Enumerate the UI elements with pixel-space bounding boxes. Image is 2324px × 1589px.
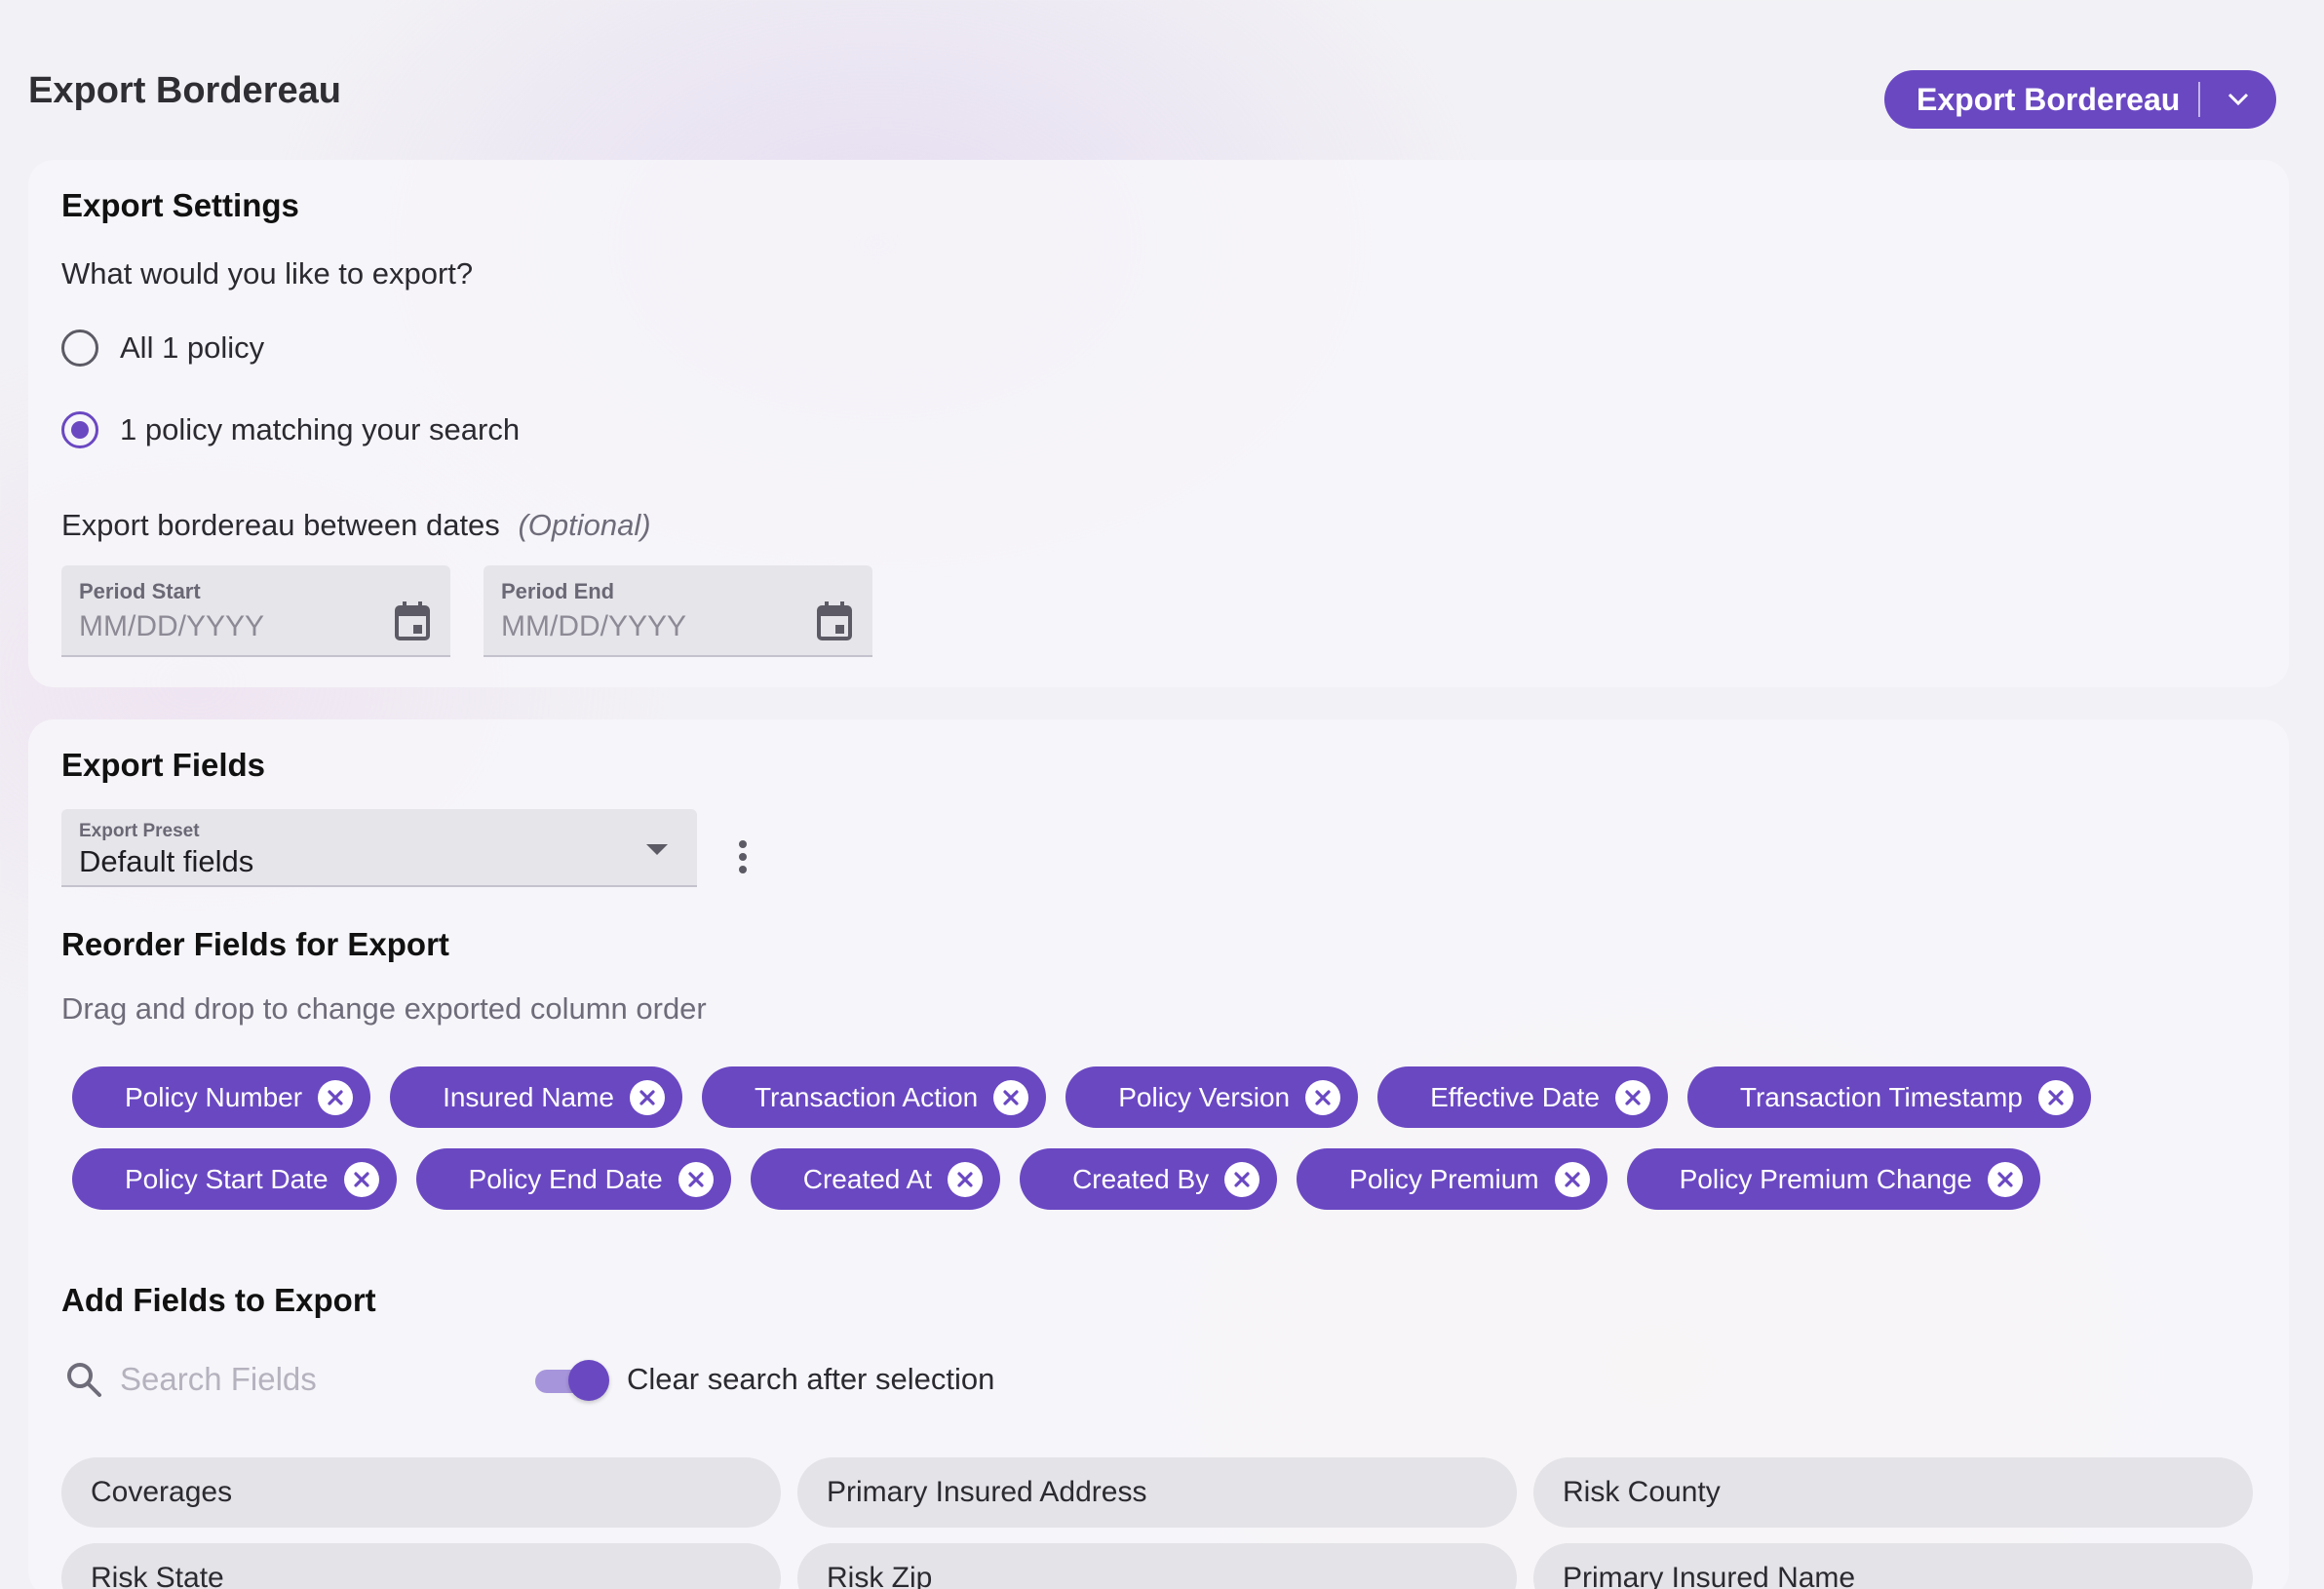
chip-label: Policy Start Date bbox=[125, 1163, 329, 1194]
export-fields-card: Export Fields Export Preset Default fiel… bbox=[28, 719, 2289, 1589]
field-option[interactable]: Risk County bbox=[1533, 1457, 2253, 1528]
chevron-down-icon bbox=[2227, 93, 2249, 106]
add-fields-title: Add Fields to Export bbox=[61, 1282, 376, 1318]
radio-all-policies[interactable]: All 1 policy bbox=[61, 329, 264, 367]
selected-field-chip[interactable]: Policy Number bbox=[72, 1066, 371, 1128]
dropdown-arrow-icon bbox=[646, 844, 668, 855]
remove-chip-icon[interactable] bbox=[678, 1161, 714, 1197]
page-title: Export Bordereau bbox=[28, 70, 341, 111]
remove-chip-icon[interactable] bbox=[993, 1079, 1029, 1115]
clear-search-toggle[interactable] bbox=[535, 1360, 609, 1401]
selected-field-chip[interactable]: Effective Date bbox=[1377, 1066, 1668, 1128]
export-preset-label: Export Preset bbox=[79, 821, 200, 841]
radio-matching-policies[interactable]: 1 policy matching your search bbox=[61, 411, 520, 448]
export-question: What would you like to export? bbox=[61, 256, 474, 291]
chip-label: Created By bbox=[1072, 1163, 1210, 1194]
remove-chip-icon[interactable] bbox=[2037, 1079, 2073, 1115]
export-preset-value: Default fields bbox=[79, 844, 254, 878]
period-end-field[interactable]: Period End MM/DD/YYYY bbox=[484, 565, 872, 657]
selected-field-chip[interactable]: Created By bbox=[1020, 1148, 1278, 1210]
remove-chip-icon[interactable] bbox=[318, 1079, 354, 1115]
selected-field-chip[interactable]: Policy Premium Change bbox=[1626, 1148, 2040, 1210]
chip-label: Transaction Timestamp bbox=[1739, 1081, 2023, 1112]
radio-matching-policies-label: 1 policy matching your search bbox=[120, 412, 521, 446]
remove-chip-icon[interactable] bbox=[1305, 1079, 1341, 1115]
field-option[interactable]: Coverages bbox=[61, 1457, 781, 1528]
export-settings-title: Export Settings bbox=[61, 187, 299, 223]
selected-field-chip[interactable]: Transaction Action bbox=[701, 1066, 1047, 1128]
reorder-hint: Drag and drop to change exported column … bbox=[61, 991, 707, 1026]
selected-field-chip[interactable]: Policy Version bbox=[1065, 1066, 1359, 1128]
selected-fields-row-1: Policy Number Insured Name Transaction Act… bbox=[72, 1066, 2091, 1128]
radio-all-policies-label: All 1 policy bbox=[120, 330, 265, 365]
export-fields-title: Export Fields bbox=[61, 747, 266, 783]
period-end-label: Period End bbox=[501, 579, 615, 603]
search-input[interactable]: Search Fields bbox=[120, 1361, 317, 1398]
field-option[interactable]: Primary Insured Address bbox=[797, 1457, 1517, 1528]
remove-chip-icon[interactable] bbox=[1614, 1079, 1650, 1115]
calendar-icon[interactable] bbox=[816, 601, 853, 641]
more-vert-icon[interactable] bbox=[738, 840, 748, 873]
dates-label: Export bordereau between dates bbox=[61, 508, 500, 542]
chip-label: Created At bbox=[802, 1163, 933, 1194]
remove-chip-icon[interactable] bbox=[629, 1079, 665, 1115]
field-option[interactable]: Risk Zip bbox=[797, 1543, 1517, 1589]
clear-search-label: Clear search after selection bbox=[627, 1362, 995, 1396]
remove-chip-icon[interactable] bbox=[343, 1161, 379, 1197]
remove-chip-icon[interactable] bbox=[1554, 1161, 1590, 1197]
search-fields[interactable]: Search Fields bbox=[65, 1361, 317, 1398]
chip-label: Policy Premium bbox=[1349, 1163, 1539, 1194]
chip-label: Policy Number bbox=[125, 1081, 303, 1112]
clear-search-toggle-row: Clear search after selection bbox=[535, 1360, 995, 1401]
selected-fields-row-2: Policy Start Date Policy End Date Created … bbox=[72, 1148, 2040, 1210]
selected-field-chip[interactable]: Insured Name bbox=[390, 1066, 682, 1128]
field-option[interactable]: Risk State bbox=[61, 1543, 781, 1589]
selected-field-chip[interactable]: Created At bbox=[750, 1148, 1001, 1210]
chip-label: Policy End Date bbox=[468, 1163, 663, 1194]
dates-label-row: Export bordereau between dates (Optional… bbox=[61, 508, 651, 543]
calendar-icon[interactable] bbox=[394, 601, 431, 641]
toggle-thumb bbox=[568, 1360, 609, 1401]
selected-field-chip[interactable]: Policy Premium bbox=[1297, 1148, 1607, 1210]
chip-label: Policy Premium Change bbox=[1679, 1163, 1972, 1194]
remove-chip-icon[interactable] bbox=[1224, 1161, 1260, 1197]
field-option[interactable]: Primary Insured Name bbox=[1533, 1543, 2253, 1589]
chip-label: Insured Name bbox=[443, 1081, 614, 1112]
selected-field-chip[interactable]: Policy End Date bbox=[415, 1148, 731, 1210]
selected-field-chip[interactable]: Transaction Timestamp bbox=[1686, 1066, 2091, 1128]
chip-label: Effective Date bbox=[1430, 1081, 1600, 1112]
remove-chip-icon[interactable] bbox=[948, 1161, 984, 1197]
selected-field-chip[interactable]: Policy Start Date bbox=[72, 1148, 397, 1210]
radio-checked-icon[interactable] bbox=[61, 411, 98, 448]
export-settings-card: Export Settings What would you like to e… bbox=[28, 160, 2289, 687]
chip-label: Transaction Action bbox=[754, 1081, 979, 1112]
chip-label: Policy Version bbox=[1118, 1081, 1291, 1112]
period-start-label: Period Start bbox=[79, 579, 201, 603]
radio-unchecked-icon[interactable] bbox=[61, 329, 98, 367]
remove-chip-icon[interactable] bbox=[1987, 1161, 2023, 1197]
period-start-input[interactable]: MM/DD/YYYY bbox=[79, 610, 264, 643]
period-start-field[interactable]: Period Start MM/DD/YYYY bbox=[61, 565, 450, 657]
export-options-dropdown-button[interactable] bbox=[2200, 70, 2276, 129]
export-bordereau-button[interactable]: Export Bordereau bbox=[1884, 70, 2198, 129]
period-end-input[interactable]: MM/DD/YYYY bbox=[501, 610, 686, 643]
dates-optional-label: (Optional) bbox=[518, 508, 651, 542]
search-icon bbox=[67, 1363, 101, 1397]
reorder-fields-title: Reorder Fields for Export bbox=[61, 926, 449, 962]
export-preset-select[interactable]: Export Preset Default fields bbox=[61, 809, 697, 887]
export-bordereau-split-button: Export Bordereau bbox=[1884, 70, 2276, 129]
